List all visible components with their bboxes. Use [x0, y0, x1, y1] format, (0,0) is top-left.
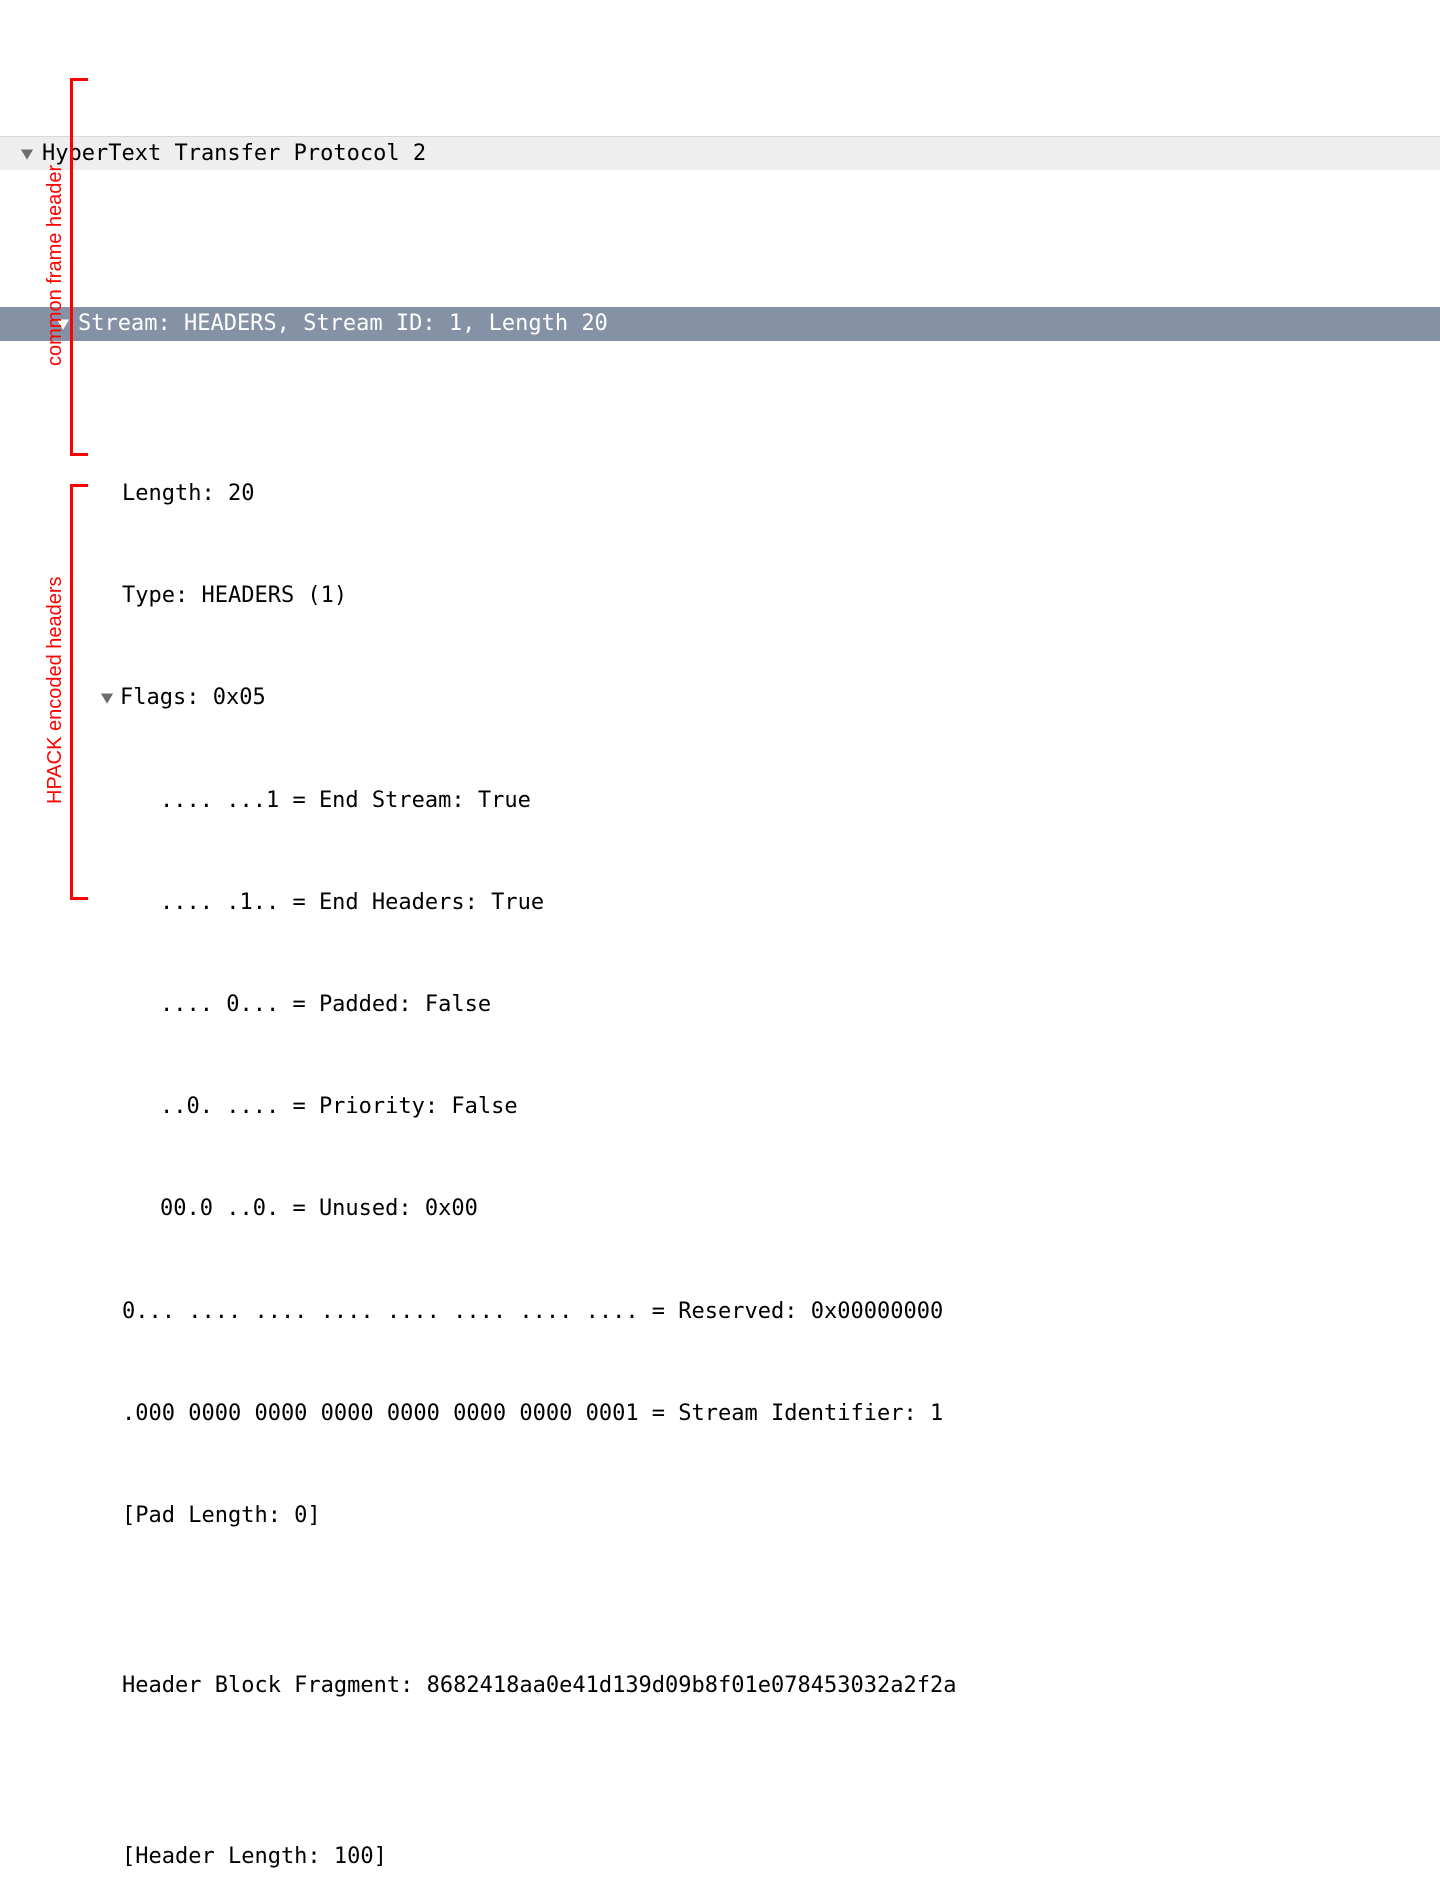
- stream-label: Stream: HEADERS, Stream ID: 1, Length 20: [78, 307, 608, 341]
- field-reserved[interactable]: 0... .... .... .... .... .... .... .... …: [0, 1295, 1440, 1329]
- stream-row[interactable]: ▼ Stream: HEADERS, Stream ID: 1, Length …: [0, 307, 1440, 341]
- flag-end-stream[interactable]: .... ...1 = End Stream: True: [0, 784, 1440, 818]
- flag-end-headers[interactable]: .... .1.. = End Headers: True: [0, 886, 1440, 920]
- protocol-label: HyperText Transfer Protocol 2: [42, 137, 426, 171]
- field-stream-id[interactable]: .000 0000 0000 0000 0000 0000 0000 0001 …: [0, 1397, 1440, 1431]
- protocol-row[interactable]: ▼ HyperText Transfer Protocol 2: [0, 136, 1440, 170]
- packet-tree: ▼ HyperText Transfer Protocol 2 ▼ Stream…: [0, 0, 1440, 1882]
- bracket-hpack-headers: [70, 484, 88, 900]
- annotation-hpack-headers: HPACK encoded headers: [40, 555, 71, 825]
- annotation-common-frame-header: common frame header: [40, 148, 71, 382]
- field-pad-length[interactable]: [Pad Length: 0]: [0, 1499, 1440, 1533]
- flags-label: Flags: 0x05: [120, 681, 266, 715]
- field-flags[interactable]: ▼ Flags: 0x05: [0, 682, 1440, 716]
- field-header-length[interactable]: [Header Length: 100]: [0, 1840, 1440, 1874]
- field-length[interactable]: Length: 20: [0, 477, 1440, 511]
- chevron-down-icon: ▼: [96, 685, 118, 711]
- flag-unused[interactable]: 00.0 ..0. = Unused: 0x00: [0, 1192, 1440, 1226]
- bracket-common-frame-header: [70, 78, 88, 456]
- field-header-block-fragment[interactable]: Header Block Fragment: 8682418aa0e41d139…: [0, 1669, 1440, 1703]
- flag-padded[interactable]: .... 0... = Padded: False: [0, 988, 1440, 1022]
- flag-priority[interactable]: ..0. .... = Priority: False: [0, 1090, 1440, 1124]
- field-type[interactable]: Type: HEADERS (1): [0, 579, 1440, 613]
- chevron-down-icon: ▼: [16, 141, 38, 167]
